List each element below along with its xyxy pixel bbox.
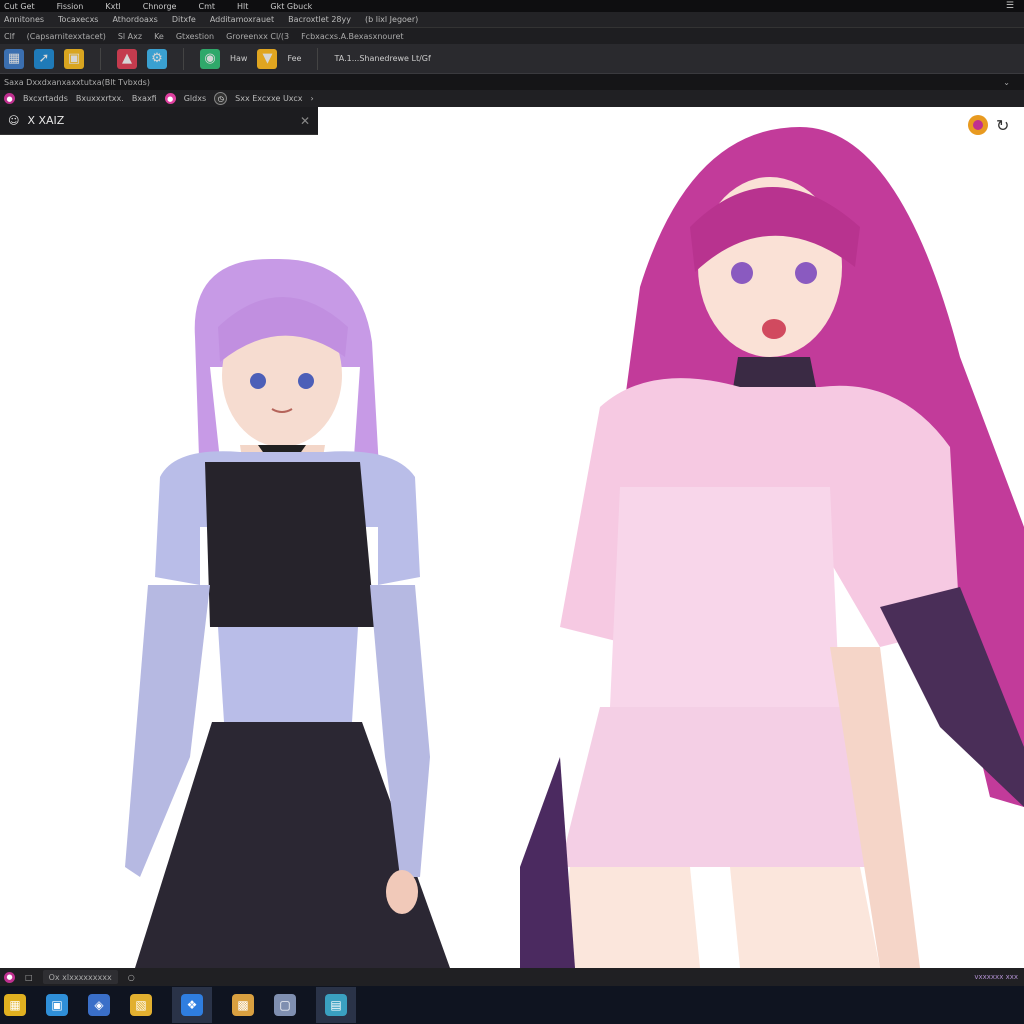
tab-item[interactable]: Bxaxfi <box>132 94 157 103</box>
tab-item[interactable]: Gldxs <box>184 94 206 103</box>
submenu-item[interactable]: Annitones <box>4 15 44 24</box>
document-icon[interactable]: ▣ <box>64 48 84 69</box>
refresh-icon: ↻ <box>996 116 1009 135</box>
address-item[interactable]: Sl Axz <box>118 32 142 41</box>
right-character-illustration <box>520 127 1024 968</box>
submenu-item[interactable]: Additamoxrauet <box>210 15 274 24</box>
clock-icon[interactable]: ◷ <box>214 92 228 105</box>
app-icon: ❖ <box>181 994 203 1016</box>
globe-icon[interactable]: ◉ <box>200 48 220 69</box>
address-item[interactable]: Fcbxacxs.A.Bexasxnouret <box>301 32 403 41</box>
toolbar-label[interactable]: Fee <box>287 54 301 63</box>
photos-icon[interactable]: ◈ <box>88 994 110 1016</box>
folder-icon[interactable]: ▦ <box>4 994 26 1016</box>
menu-item[interactable]: Cut Get <box>4 2 35 11</box>
store-icon[interactable]: ▣ <box>46 994 68 1016</box>
toolbar-divider <box>100 47 101 70</box>
window-icon[interactable]: ▢ <box>274 994 296 1016</box>
circle-icon[interactable]: ○ <box>128 973 135 982</box>
address-item[interactable]: Gtxestion <box>176 32 214 41</box>
address-item[interactable]: (Capsarnitexxtacet) <box>27 32 106 41</box>
image-canvas[interactable]: ↻ <box>0 107 1024 968</box>
left-character-illustration <box>125 258 450 968</box>
tabs-bar: ● Bxcxrtadds Bxuxxxrtxx. Bxaxfi ● Gldxs … <box>0 90 1024 107</box>
image-icon[interactable]: ▲ <box>117 48 137 69</box>
pin-icon[interactable]: ▼ <box>257 48 278 69</box>
path-text[interactable]: Saxa Dxxdxanxaxxtutxa(Blt Tvbxds) <box>4 78 150 87</box>
folder-icon[interactable]: ▦ <box>4 48 24 69</box>
status-field[interactable]: Ox xlxxxxxxxxx <box>42 970 118 984</box>
gallery-icon[interactable]: ▩ <box>232 994 254 1016</box>
smiley-icon[interactable]: ☺ <box>8 114 19 127</box>
chevron-down-icon[interactable]: ⌄ <box>1003 78 1010 87</box>
toolbar-label[interactable]: Haw <box>230 54 247 63</box>
submenu-bar: Annitones Tocaxecxs Athordoaxs Ditxfe Ad… <box>0 12 1024 28</box>
menu-item[interactable]: Kxtl <box>105 2 120 11</box>
submenu-item[interactable]: Athordoaxs <box>112 15 157 24</box>
menu-item[interactable]: Gkt Gbuck <box>270 2 312 11</box>
toolbar-divider <box>317 47 319 70</box>
toolbar-label[interactable]: TA.1...Shanedrewe Lt/Gf <box>334 54 430 63</box>
toolbar: ▦ ➚ ▣ ▲ ⚙ ◉ Haw ▼ Fee TA.1...Shanedrewe … <box>0 44 1024 74</box>
status-bar: ● □ Ox xlxxxxxxxxx ○ vxxxxxx xxx <box>0 968 1024 986</box>
toolbar-divider <box>183 47 184 70</box>
submenu-item[interactable]: Ditxfe <box>172 15 196 24</box>
path-bar: Saxa Dxxdxanxaxxtutxa(Blt Tvbxds) ⌄ <box>0 74 1024 90</box>
address-item[interactable]: Groreenxx Cl/(3 <box>226 32 289 41</box>
search-text[interactable]: X XAIZ <box>27 114 64 127</box>
editor-icon: ▤ <box>325 994 347 1016</box>
arrow-icon[interactable]: ➚ <box>34 48 54 69</box>
brand-icon[interactable]: ● <box>4 93 15 104</box>
menu-item[interactable]: Fission <box>57 2 84 11</box>
address-item[interactable]: Clf <box>4 32 15 41</box>
address-bar: Clf (Capsarnitexxtacet) Sl Axz Ke Gtxest… <box>0 28 1024 44</box>
square-icon[interactable]: □ <box>25 973 33 982</box>
chevron-right-icon[interactable]: › <box>311 94 314 103</box>
explorer-icon[interactable]: ▧ <box>130 994 152 1016</box>
status-right-text: vxxxxxx xxx <box>974 973 1018 981</box>
active-app-slot[interactable]: ❖ <box>172 987 212 1023</box>
address-item[interactable]: Ke <box>154 32 164 41</box>
submenu-item[interactable]: (b lixl Jegoer) <box>365 15 418 24</box>
tab-item[interactable]: Bxuxxxrtxx. <box>76 94 124 103</box>
active-app-slot[interactable]: ▤ <box>316 987 356 1023</box>
close-icon[interactable]: ✕ <box>300 114 310 128</box>
tab-item[interactable]: Bxcxrtadds <box>23 94 68 103</box>
submenu-item[interactable]: Tocaxecxs <box>58 15 98 24</box>
menu-item[interactable]: Chnorge <box>143 2 177 11</box>
gear-icon[interactable]: ⚙ <box>147 48 167 69</box>
menu-item[interactable]: Hlt <box>237 2 248 11</box>
hamburger-icon[interactable]: ☰ <box>1006 1 1014 11</box>
menu-item[interactable]: Cmt <box>198 2 215 11</box>
taskbar: ▦ ▣ ◈ ▧ ❖ ▩ ▢ ▤ <box>0 986 1024 1024</box>
record-icon[interactable]: ● <box>164 93 176 104</box>
artwork-image: ↻ <box>125 115 1024 968</box>
status-icon[interactable]: ● <box>4 971 15 983</box>
menu-bar: Cut Get Fission Kxtl Chnorge Cmt Hlt Gkt… <box>0 0 1024 12</box>
tab-item[interactable]: Sxx Excxxe Uxcx <box>235 94 302 103</box>
submenu-item[interactable]: Bacroxtlet 28yy <box>288 15 351 24</box>
search-overlay: ☺ X XAIZ ✕ <box>0 107 318 135</box>
